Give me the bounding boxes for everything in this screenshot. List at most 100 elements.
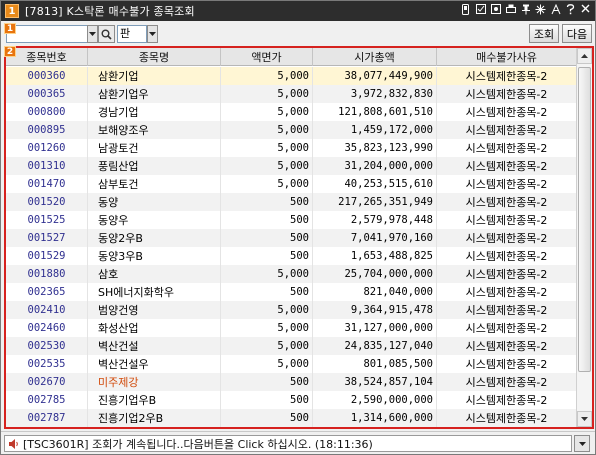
phone-icon[interactable] (460, 4, 471, 17)
table-row[interactable]: 002460 화성산업 5,000 31,127,000,000 시스템제한종목-2 (6, 319, 576, 337)
query-toolbar: 1 판 조회 다음 (1, 21, 595, 46)
cell-stock-name: 미주제강 (88, 373, 221, 391)
cell-par-value: 5,000 (221, 67, 313, 85)
status-message: [TSC3601R] 조회가 계속됩니다..다음버튼을 Click 하십시오. … (23, 437, 373, 451)
cell-reason: 시스템제한종목-2 (465, 232, 548, 245)
cell-market-cap: 7,041,970,160 (313, 229, 437, 247)
table-row[interactable]: 001310 풍림산업 5,000 31,204,000,000 시스템제한종목-2 (6, 157, 576, 175)
table-row[interactable]: 000895 보해양조우 5,000 1,459,172,000 시스템제한종목-2 (6, 121, 576, 139)
table-row[interactable]: 002670 미주제강 500 38,524,857,104 시스템제한종목-2 (6, 373, 576, 391)
cell-market-cap: 821,040,000 (313, 283, 437, 301)
cell-reason: 시스템제한종목-2 (465, 412, 548, 425)
scroll-thumb[interactable] (578, 67, 591, 372)
table-row[interactable]: 001880 삼호 5,000 25,704,000,000 시스템제한종목-2 (6, 265, 576, 283)
cell-par-value: 5,000 (221, 175, 313, 193)
table-row[interactable]: 001260 남광토건 5,000 35,823,123,990 시스템제한종목-2 (6, 139, 576, 157)
cell-stock-code: 002670 (6, 373, 88, 391)
cell-stock-code: 001527 (6, 229, 88, 247)
cell-par-value: 5,000 (221, 265, 313, 283)
search-button[interactable] (98, 25, 115, 43)
table-row[interactable]: 002785 진흥기업우B 500 2,590,000,000 시스템제한종목-2 (6, 391, 576, 409)
cell-market-cap: 40,253,515,610 (313, 175, 437, 193)
code-dropdown-button[interactable] (87, 25, 98, 43)
header-market-cap[interactable]: 시가총액 (313, 48, 437, 66)
settings-icon[interactable] (535, 4, 546, 17)
cell-par-value: 5,000 (221, 301, 313, 319)
table-row[interactable]: 000800 경남기업 5,000 121,808,601,510 시스템제한종목-2 (6, 103, 576, 121)
cell-stock-name: 동양우 (88, 211, 221, 229)
table-row[interactable]: 002535 벽산건설우 5,000 801,085,500 시스템제한종목-2 (6, 355, 576, 373)
cell-stock-name: 삼부토건 (88, 175, 221, 193)
cell-stock-name: 삼호 (88, 265, 221, 283)
cell-market-cap: 1,459,172,000 (313, 121, 437, 139)
cell-market-cap: 9,364,915,478 (313, 301, 437, 319)
cell-stock-name: 범양건영 (88, 301, 221, 319)
cell-par-value: 5,000 (221, 319, 313, 337)
cell-stock-name: 화성산업 (88, 319, 221, 337)
capture-icon[interactable] (490, 4, 501, 17)
table-row[interactable]: 001527 동양2우B 500 7,041,970,160 시스템제한종목-2 (6, 229, 576, 247)
cell-market-cap: 38,077,449,900 (313, 67, 437, 85)
status-bar: [TSC3601R] 조회가 계속됩니다..다음버튼을 Click 하십시오. … (1, 431, 595, 454)
cell-reason: 시스템제한종목-2 (465, 124, 548, 137)
table-row[interactable]: 002787 진흥기업2우B 500 1,314,600,000 시스템제한종목-2 (6, 409, 576, 427)
table-row[interactable]: 000365 삼환기업우 5,000 3,972,832,830 시스템제한종목-2 (6, 85, 576, 103)
close-icon[interactable] (580, 4, 591, 17)
scroll-up-button[interactable] (577, 48, 592, 64)
cell-reason: 시스템제한종목-2 (465, 286, 548, 299)
table-row[interactable]: 002530 벽산건설 5,000 24,835,127,040 시스템제한종목-2 (6, 337, 576, 355)
header-par-value[interactable]: 액면가 (221, 48, 313, 66)
cell-stock-code: 001525 (6, 211, 88, 229)
table-row[interactable]: 001520 동양 500 217,265,351,949 시스템제한종목-2 (6, 193, 576, 211)
cell-market-cap: 3,972,832,830 (313, 85, 437, 103)
section-1-badge: 1 (4, 23, 16, 34)
header-stock-name[interactable]: 종목명 (88, 48, 221, 66)
cell-reason: 시스템제한종목-2 (465, 70, 548, 83)
cell-stock-code: 002535 (6, 355, 88, 373)
table-row[interactable]: 001470 삼부토건 5,000 40,253,515,610 시스템제한종목-2 (6, 175, 576, 193)
table-row[interactable]: 002410 범양건영 5,000 9,364,915,478 시스템제한종목-2 (6, 301, 576, 319)
pin-icon[interactable] (520, 4, 531, 17)
checkbox-icon[interactable] (475, 4, 486, 17)
cell-par-value: 500 (221, 391, 313, 409)
scroll-down-button[interactable] (577, 411, 592, 427)
cell-stock-code: 000895 (6, 121, 88, 139)
cell-market-cap: 2,590,000,000 (313, 391, 437, 409)
window-title: [7813] K스탁론 매수불가 종목조회 (25, 5, 195, 18)
cell-reason: 시스템제한종목-2 (465, 394, 548, 407)
table-row[interactable]: 001525 동양우 500 2,579,978,448 시스템제한종목-2 (6, 211, 576, 229)
cell-market-cap: 35,823,123,990 (313, 139, 437, 157)
cell-reason: 시스템제한종목-2 (465, 376, 548, 389)
font-size-icon[interactable] (550, 3, 561, 17)
grid-header: 종목번호 종목명 액면가 시가총액 매수불가사유 (6, 48, 576, 66)
chevron-down-icon (89, 32, 96, 36)
cell-market-cap: 1,653,488,825 (313, 247, 437, 265)
chevron-down-icon (581, 417, 588, 421)
next-button[interactable]: 다음 (562, 24, 592, 43)
stock-code-input[interactable] (6, 25, 88, 43)
cell-stock-code: 002410 (6, 301, 88, 319)
title-bar[interactable]: 1 [7813] K스탁론 매수불가 종목조회 (1, 1, 595, 21)
cell-stock-name: 벽산건설 (88, 337, 221, 355)
table-row[interactable]: 000360 삼환기업 5,000 38,077,449,900 시스템제한종목-2 (6, 67, 576, 85)
table-row[interactable]: 001529 동양3우B 500 1,653,488,825 시스템제한종목-2 (6, 247, 576, 265)
market-dropdown-button[interactable] (147, 25, 158, 43)
cell-stock-name: 벽산건설우 (88, 355, 221, 373)
market-select[interactable]: 판 (117, 25, 147, 43)
query-button[interactable]: 조회 (529, 24, 559, 43)
header-stock-code[interactable]: 종목번호 (6, 48, 88, 66)
cell-par-value: 5,000 (221, 103, 313, 121)
cell-par-value: 500 (221, 211, 313, 229)
cell-par-value: 5,000 (221, 355, 313, 373)
help-icon[interactable] (565, 4, 576, 17)
print-icon[interactable] (505, 4, 516, 17)
table-row[interactable]: 002365 SH에너지화학우 500 821,040,000 시스템제한종목-2 (6, 283, 576, 301)
cell-market-cap: 38,524,857,104 (313, 373, 437, 391)
cell-stock-name: 진흥기업2우B (88, 409, 221, 427)
header-reason[interactable]: 매수불가사유 (437, 48, 576, 66)
status-history-dropdown[interactable] (574, 435, 590, 452)
vertical-scrollbar[interactable] (576, 48, 592, 427)
cell-par-value: 500 (221, 247, 313, 265)
cell-par-value: 5,000 (221, 85, 313, 103)
cell-stock-code: 001529 (6, 247, 88, 265)
